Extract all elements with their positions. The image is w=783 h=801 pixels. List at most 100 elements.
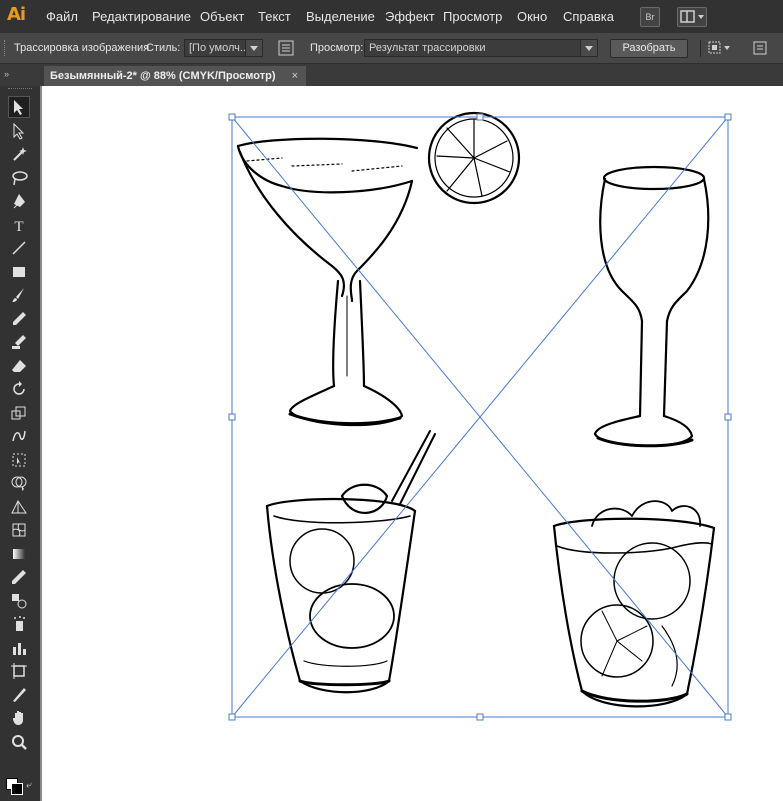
menu-object[interactable]: Объект [200, 9, 244, 24]
mesh-icon [12, 523, 26, 537]
menu-view[interactable]: Просмотр [443, 9, 502, 24]
bridge-button[interactable]: Br [640, 7, 660, 27]
pencil-icon [13, 311, 26, 325]
menu-edit[interactable]: Редактирование [92, 9, 191, 24]
chevron-down-icon [580, 40, 597, 56]
rectangle-icon [13, 266, 25, 277]
tool-shape-builder[interactable] [8, 472, 30, 494]
tool-zoom[interactable] [8, 731, 30, 753]
paintbrush-icon [12, 288, 24, 302]
style-label: Стиль: [146, 42, 181, 54]
tool-eraser[interactable] [8, 355, 30, 377]
tool-line[interactable] [8, 237, 30, 259]
direct-selection-icon [13, 122, 25, 140]
lasso-icon [12, 170, 28, 185]
selection-bounding-box [231, 116, 729, 718]
trace-panel-icon[interactable] [278, 40, 294, 56]
menu-effect[interactable]: Эффект [385, 9, 435, 24]
tool-pencil[interactable] [8, 308, 30, 330]
document-tab-title: Безымянный-2* @ 88% (CMYK/Просмотр) [50, 70, 276, 82]
app-logo: Ai [7, 4, 26, 25]
menu-bar: Ai Файл Редактирование Объект Текст Выде… [0, 0, 783, 34]
menu-select[interactable]: Выделение [306, 9, 375, 24]
tool-blob-brush[interactable] [8, 331, 30, 353]
grip-icon [4, 40, 8, 56]
tool-paintbrush[interactable] [8, 284, 30, 306]
tool-scale[interactable] [8, 402, 30, 424]
eraser-icon [12, 359, 26, 372]
perspective-icon [11, 499, 27, 513]
tool-blend[interactable] [8, 590, 30, 612]
control-bar: Трассировка изображения Стиль: [По умолч… [0, 33, 783, 64]
menu-help[interactable]: Справка [563, 9, 614, 24]
scale-icon [11, 406, 26, 419]
type-icon: T [14, 219, 23, 234]
tool-eyedropper[interactable] [8, 566, 30, 588]
menu-file[interactable]: Файл [46, 9, 78, 24]
tool-selection[interactable] [8, 96, 30, 118]
tool-column-graph[interactable] [8, 637, 30, 659]
pen-icon [13, 194, 25, 209]
style-dropdown[interactable]: [По умолч... [184, 39, 263, 57]
shape-builder-icon [11, 476, 27, 491]
column-graph-icon [13, 642, 26, 655]
eyedropper-icon [12, 570, 26, 584]
artboard-icon [11, 663, 27, 679]
trace-title: Трассировка изображения [14, 42, 150, 54]
align-icon [708, 41, 730, 54]
tool-warp[interactable] [8, 425, 30, 447]
tool-gradient[interactable] [8, 543, 30, 565]
tool-perspective[interactable] [8, 496, 30, 518]
rotate-icon [13, 381, 25, 395]
align-options-button[interactable] [707, 40, 733, 56]
margarita-glass-art [236, 111, 521, 427]
divider [700, 40, 701, 57]
tool-free-transform[interactable] [8, 449, 30, 471]
slice-icon [13, 687, 26, 702]
tool-rotate[interactable] [8, 378, 30, 400]
artboard-canvas[interactable] [42, 86, 783, 801]
gradient-icon [13, 548, 25, 559]
line-icon [12, 241, 26, 255]
tool-mesh[interactable] [8, 519, 30, 541]
traced-artwork[interactable] [42, 86, 783, 801]
selection-icon [14, 100, 23, 115]
tool-type[interactable]: T [8, 214, 30, 236]
rocks-glass-art [265, 430, 436, 694]
panel-menu-button[interactable] [752, 40, 772, 56]
hand-icon [13, 711, 23, 725]
tool-symbol-sprayer[interactable] [8, 613, 30, 635]
close-icon[interactable]: × [292, 66, 298, 86]
fill-stroke-swatches[interactable]: ⤶ [6, 778, 36, 796]
free-transform-icon [12, 453, 26, 466]
layout-icon [680, 10, 704, 23]
tool-rectangle[interactable] [8, 261, 30, 283]
collapse-icon[interactable]: » [4, 69, 9, 79]
symbol-sprayer-icon [14, 616, 25, 631]
warp-icon [12, 430, 26, 442]
style-value: [По умолч... [189, 42, 250, 54]
view-value: Результат трассировки [369, 42, 486, 54]
tool-hand[interactable] [8, 707, 30, 729]
menu-window[interactable]: Окно [517, 9, 547, 24]
magic-wand-icon [13, 147, 27, 161]
expand-button[interactable]: Разобрать [610, 39, 688, 58]
tool-slice[interactable] [8, 684, 30, 706]
grip-icon [8, 88, 32, 92]
tool-artboard[interactable] [8, 660, 30, 682]
blob-brush-icon [12, 335, 26, 349]
blend-icon [12, 593, 27, 608]
zoom-icon [12, 734, 27, 750]
panel-menu-icon [753, 41, 767, 55]
tool-pen[interactable] [8, 190, 30, 212]
menu-type[interactable]: Текст [258, 9, 291, 24]
workspace-switcher[interactable] [677, 7, 707, 27]
view-dropdown[interactable]: Результат трассировки [364, 39, 598, 57]
document-tab[interactable]: Безымянный-2* @ 88% (CMYK/Просмотр) × [44, 66, 306, 86]
view-label: Просмотр: [310, 42, 364, 54]
tool-magic-wand[interactable] [8, 143, 30, 165]
tool-lasso[interactable] [8, 167, 30, 189]
chevron-down-icon [245, 40, 262, 56]
svg-text:T: T [14, 219, 23, 234]
tool-direct-selection[interactable] [8, 120, 30, 142]
